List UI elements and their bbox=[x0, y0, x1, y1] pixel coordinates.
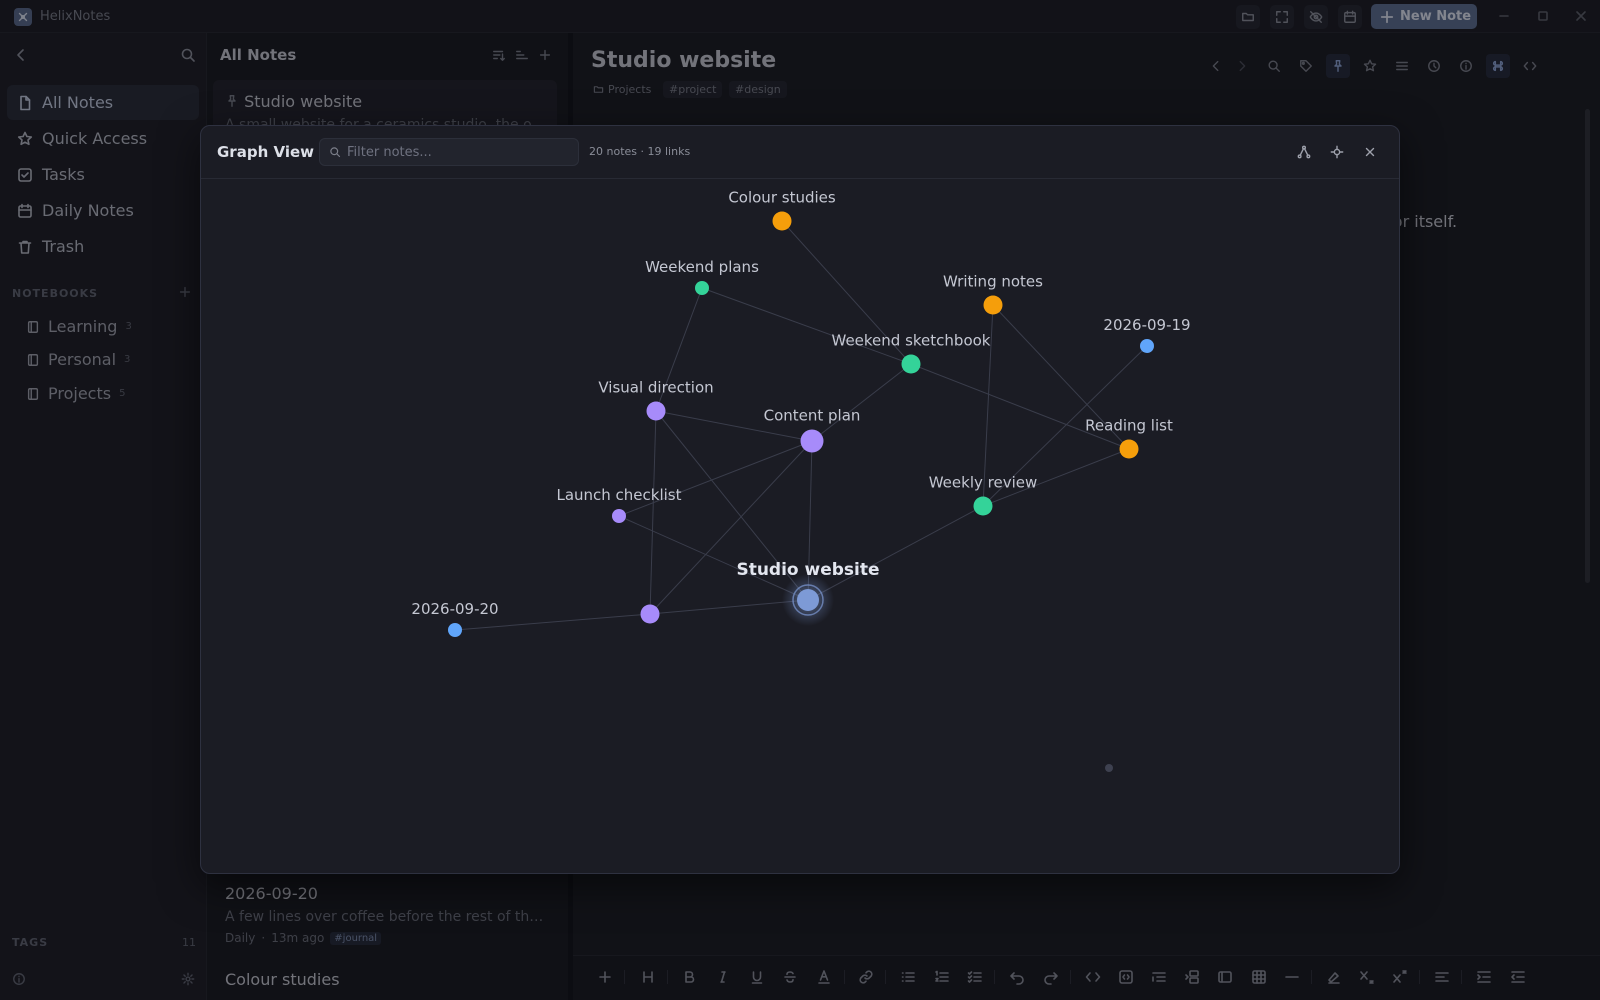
graph-node-d20[interactable]: 2026-09-20 bbox=[411, 600, 499, 637]
graph-node-label: Reading list bbox=[1085, 417, 1173, 435]
graph-link bbox=[807, 505, 984, 601]
graph-node-visual[interactable]: Visual direction bbox=[598, 379, 714, 421]
graph-link bbox=[618, 440, 813, 517]
graph-link bbox=[811, 363, 912, 442]
graph-node-dot[interactable] bbox=[1140, 339, 1154, 353]
graph-node-label: Visual direction bbox=[598, 379, 713, 397]
graph-link bbox=[649, 410, 657, 615]
graph-node-dot[interactable] bbox=[1119, 439, 1139, 459]
graph-node-label: Writing notes bbox=[943, 273, 1043, 291]
graph-node-label: Content plan bbox=[764, 407, 861, 425]
graph-node-content[interactable]: Content plan bbox=[764, 407, 861, 453]
graph-node-label: 2026-09-19 bbox=[1103, 316, 1190, 334]
graph-node-dot[interactable] bbox=[695, 281, 709, 295]
graph-node-colour[interactable]: Colour studies bbox=[728, 189, 836, 231]
graph-filter-search[interactable] bbox=[319, 138, 579, 166]
graph-node-dot[interactable] bbox=[612, 509, 626, 523]
graph-link bbox=[618, 515, 809, 601]
graph-view-modal: Graph View 20 notes · 19 links Colour st… bbox=[200, 125, 1400, 874]
graph-node-dot[interactable] bbox=[973, 496, 993, 516]
graph-node-label: Weekend sketchbook bbox=[832, 332, 991, 350]
graph-link bbox=[701, 287, 912, 365]
graph-node-label: Weekend plans bbox=[645, 258, 759, 276]
graph-layout-icon[interactable] bbox=[1293, 141, 1315, 163]
graph-stats: 20 notes · 19 links bbox=[589, 145, 691, 158]
graph-view-header: Graph View 20 notes · 19 links bbox=[201, 126, 1399, 179]
graph-node-label: Studio website bbox=[736, 560, 879, 580]
close-icon[interactable] bbox=[1359, 141, 1381, 163]
graph-node-dot[interactable] bbox=[448, 623, 462, 637]
graph-node-label: Launch checklist bbox=[556, 486, 681, 504]
graph-node-stray[interactable] bbox=[1105, 764, 1113, 772]
graph-link bbox=[910, 363, 1130, 450]
graph-node-dot[interactable] bbox=[1105, 764, 1113, 772]
graph-nodes: Colour studies Weekend plans Writing notes… bbox=[411, 189, 1191, 772]
graph-node-dot[interactable] bbox=[983, 295, 1003, 315]
filter-notes-input[interactable] bbox=[347, 144, 567, 160]
graph-node-dot[interactable] bbox=[646, 401, 666, 421]
graph-view-title: Graph View bbox=[217, 143, 314, 161]
graph-node-weekend[interactable]: Weekend plans bbox=[645, 258, 759, 295]
graph-node-dot[interactable] bbox=[901, 354, 921, 374]
graph-node-weekly[interactable]: Weekly review bbox=[929, 474, 1038, 516]
graph-node-label: 2026-09-20 bbox=[411, 600, 498, 618]
graph-node-launch[interactable]: Launch checklist bbox=[556, 486, 682, 523]
graph-canvas[interactable]: Colour studies Weekend plans Writing notes… bbox=[201, 179, 1400, 874]
graph-node-dot[interactable] bbox=[640, 604, 660, 624]
graph-node-d19[interactable]: 2026-09-19 bbox=[1103, 316, 1191, 353]
search-icon bbox=[330, 147, 341, 158]
graph-node-dot[interactable] bbox=[772, 211, 792, 231]
graph-node-label: Colour studies bbox=[728, 189, 836, 207]
graph-node-writing[interactable]: Writing notes bbox=[943, 273, 1043, 315]
recenter-icon[interactable] bbox=[1326, 141, 1348, 163]
graph-node-unlabeled[interactable] bbox=[640, 604, 660, 624]
graph-node-sketch[interactable]: Weekend sketchbook bbox=[832, 332, 991, 374]
graph-node-studio[interactable]: Studio website bbox=[736, 560, 880, 626]
graph-node-dot[interactable] bbox=[800, 429, 824, 453]
graph-node-label: Weekly review bbox=[929, 474, 1038, 492]
graph-node-dot[interactable] bbox=[797, 589, 819, 611]
